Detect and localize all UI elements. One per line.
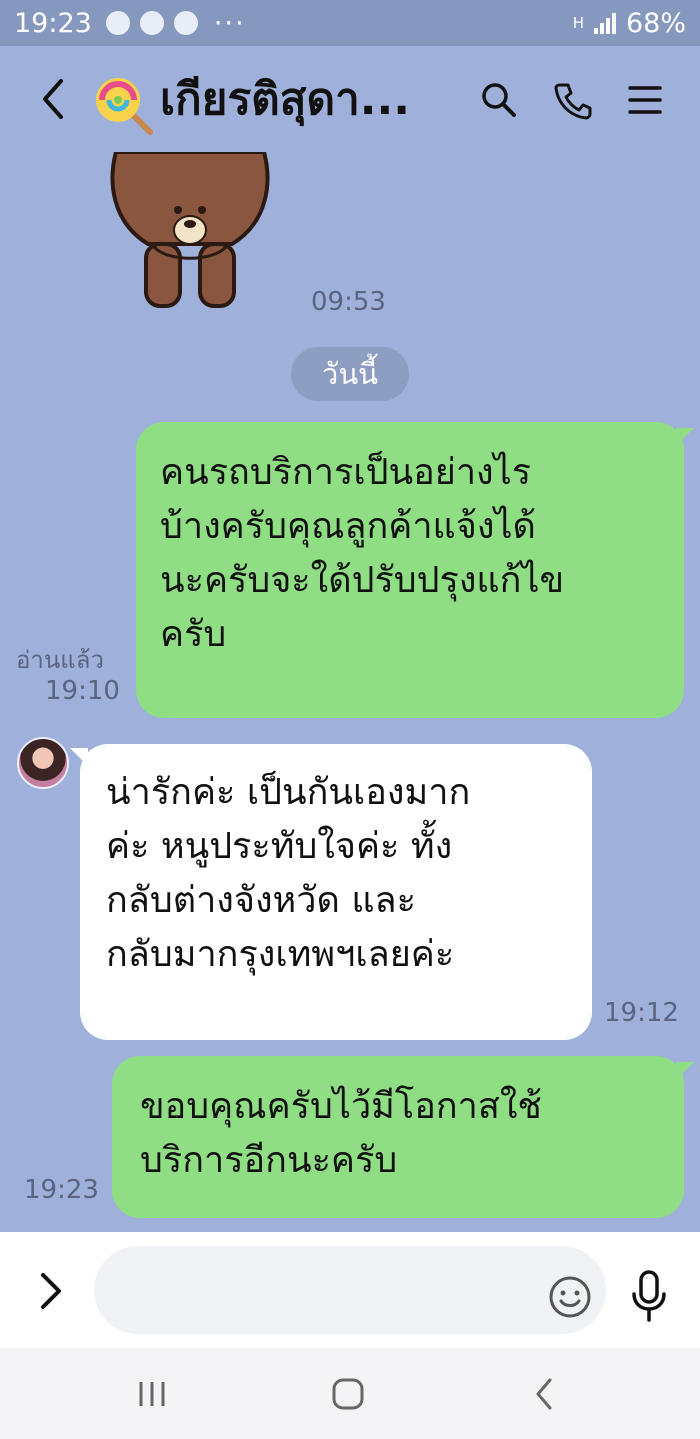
- status-bar: 19:23 ··· H 68%: [0, 0, 700, 46]
- emoji-button[interactable]: [547, 1274, 593, 1320]
- back-button[interactable]: [28, 66, 78, 132]
- network-type-label: H: [572, 14, 584, 32]
- sticker-timestamp: 09:53: [311, 287, 386, 317]
- message-text-line: ครับ: [160, 614, 227, 655]
- signal-icon: [593, 12, 616, 34]
- read-receipt: อ่านแล้ว: [16, 646, 104, 674]
- chrome-notification-icon: [139, 11, 164, 35]
- menu-icon: [628, 86, 662, 114]
- back-icon: [536, 1378, 552, 1410]
- search-button[interactable]: [474, 70, 524, 130]
- home-button[interactable]: [318, 1366, 378, 1422]
- message-timestamp: 19:23: [24, 1175, 99, 1205]
- battery-percent: 68%: [625, 7, 686, 39]
- message-text-line: บ้างครับคุณลูกค้าแจ้งได้: [160, 506, 536, 547]
- lollipop-icon: [96, 78, 153, 135]
- message-input[interactable]: [94, 1246, 606, 1334]
- voice-message-button[interactable]: [626, 1268, 672, 1324]
- status-time: 19:23: [14, 7, 92, 39]
- call-button[interactable]: [547, 70, 597, 130]
- system-navigation-bar: [0, 1348, 700, 1439]
- expand-menu-button[interactable]: [28, 1262, 74, 1320]
- bubble-tail: [676, 1062, 694, 1080]
- home-icon: [332, 1378, 364, 1410]
- message-timestamp: 19:10: [45, 676, 120, 706]
- phone-icon: [554, 83, 592, 120]
- message-text-line: คนรถบริการเป็นอย่างไร: [160, 452, 532, 493]
- bear-sticker[interactable]: [108, 152, 273, 317]
- message-text-line: บริการอีกนะครับ: [140, 1140, 398, 1181]
- message-timestamp: 19:12: [604, 998, 679, 1028]
- system-back-button[interactable]: [514, 1366, 574, 1422]
- back-arrow-icon: [43, 79, 63, 119]
- status-right: H 68%: [573, 8, 686, 39]
- recent-apps-icon: [139, 1382, 165, 1406]
- search-icon: [482, 83, 516, 117]
- chevron-right-icon: [41, 1273, 61, 1309]
- recent-apps-button[interactable]: [122, 1366, 182, 1422]
- message-bubble-sent[interactable]: คนรถบริการเป็นอย่างไร บ้างครับคุณลูกค้าแ…: [136, 422, 684, 718]
- contact-avatar[interactable]: [17, 737, 69, 789]
- menu-button[interactable]: [620, 70, 670, 130]
- chat-header: เกียรติสุดา...: [0, 46, 700, 154]
- date-divider: วันนี้: [291, 347, 409, 401]
- message-text-line: กลับต่างจังหวัด และ: [106, 880, 416, 921]
- smiley-icon: [549, 1276, 591, 1318]
- message-text-line: น่ารักค่ะ เป็นกันเองมาก: [106, 772, 471, 813]
- message-text-line: นะครับจะใด้ปรับปรุงแก้ไข: [160, 560, 565, 601]
- line-notification-icon: [105, 11, 130, 35]
- message-text-line: กลับมากรุงเทพฯเลยค่ะ: [106, 934, 455, 975]
- message-bubble-sent[interactable]: ขอบคุณครับไว้มีโอกาสใช้ บริการอีกนะครับ: [112, 1056, 684, 1218]
- microphone-icon: [632, 1270, 666, 1322]
- bubble-tail: [676, 428, 694, 446]
- chat-title[interactable]: เกียรติสุดา...: [160, 70, 410, 130]
- chrome-notification-icon-2: [173, 11, 198, 35]
- more-notifications-indicator: ···: [213, 7, 246, 39]
- message-text-line: ค่ะ หนูประทับใจค่ะ ทั้ง: [106, 826, 453, 867]
- message-bubble-received[interactable]: น่ารักค่ะ เป็นกันเองมาก ค่ะ หนูประทับใจค…: [80, 744, 592, 1040]
- message-text-line: ขอบคุณครับไว้มีโอกาสใช้: [140, 1086, 542, 1127]
- message-input-bar: [0, 1232, 700, 1348]
